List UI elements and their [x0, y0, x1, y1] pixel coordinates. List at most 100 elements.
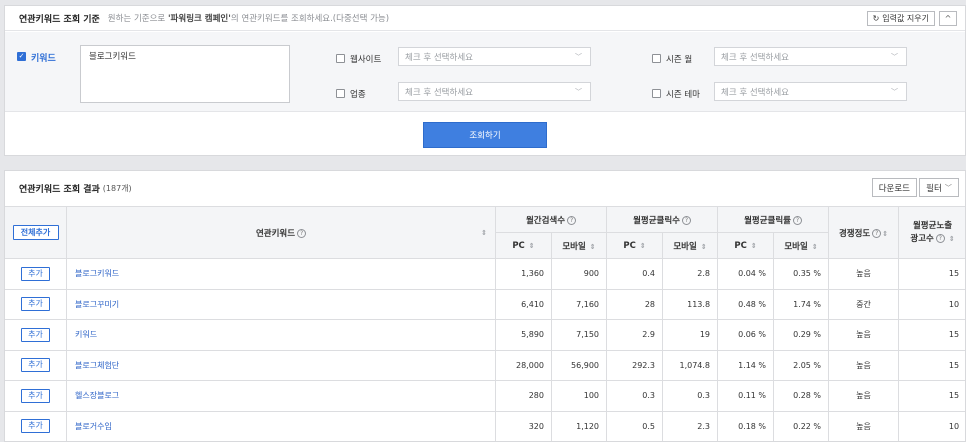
clicks-mobile-cell: 2.3	[662, 410, 719, 441]
help-icon[interactable]: ?	[872, 228, 882, 238]
industry-label: 업종	[350, 90, 366, 100]
search-mobile-cell: 7,160	[550, 288, 608, 320]
chevron-down-icon: ﹀	[944, 183, 952, 192]
ctr-pc-cell: 1.14 %	[717, 349, 775, 381]
chevron-down-icon: ﹀	[575, 53, 582, 61]
sort-icon[interactable]: ⇕	[949, 235, 955, 243]
sort-icon[interactable]: ⇕	[481, 229, 487, 237]
avg-ads-header[interactable]: 월평균노출 광고수? ⇕	[898, 206, 965, 259]
table-row: 추가 블로그꾸미기 6,410 7,160 28 113.8 0.48 % 1.74 % 중간 1…	[5, 288, 965, 320]
competition-cell: 높음	[828, 380, 900, 412]
add-keyword-button[interactable]: 추가	[21, 388, 50, 403]
add-cell: 추가	[5, 410, 67, 441]
season-month-label: 시즌 월	[666, 55, 693, 65]
ads-cell: 15	[898, 349, 965, 381]
keyword-column-header[interactable]: 연관키워드? ⇕	[66, 206, 496, 259]
ctr-pc-cell: 0.48 %	[717, 288, 775, 320]
filter-button[interactable]: 필터 ﹀	[919, 178, 959, 197]
search-mobile-cell: 1,120	[550, 410, 608, 441]
search-mobile-header[interactable]: 모바일 ⇕	[550, 232, 608, 259]
competition-cell: 높음	[828, 319, 900, 351]
keyword-textarea[interactable]: 블로그키워드	[80, 45, 290, 103]
search-pc-cell: 28,000	[495, 349, 552, 381]
ads-cell: 15	[898, 319, 965, 351]
add-all-button[interactable]: 전체추가	[12, 225, 59, 240]
add-keyword-button[interactable]: 추가	[21, 297, 50, 312]
season-theme-select[interactable]: 체크 후 선택하세요 ﹀	[714, 82, 907, 101]
keyword-link[interactable]: 블로그키워드	[66, 258, 496, 290]
help-icon[interactable]: ?	[297, 228, 307, 238]
collapse-panel-button[interactable]: ^	[939, 11, 957, 26]
add-keyword-button[interactable]: 추가	[21, 419, 50, 434]
ctr-pc-header[interactable]: PC ⇕	[717, 232, 775, 259]
search-button[interactable]: 조회하기	[423, 122, 547, 148]
keyword-link[interactable]: 블로그꾸미기	[66, 288, 496, 320]
search-pc-cell: 1,360	[495, 258, 552, 290]
sort-icon[interactable]: ⇕	[812, 243, 818, 251]
keyword-link[interactable]: 블로거수입	[66, 410, 496, 441]
industry-checkbox[interactable]	[336, 89, 345, 98]
competition-header[interactable]: 경쟁정도? ⇕	[828, 206, 900, 259]
help-icon[interactable]: ?	[793, 215, 802, 225]
download-button[interactable]: 다운로드	[871, 178, 917, 197]
season-theme-checkbox[interactable]	[652, 89, 661, 98]
keyword-link[interactable]: 블로그체험단	[66, 349, 496, 381]
sort-icon[interactable]: ⇕	[590, 243, 596, 251]
website-select[interactable]: 체크 후 선택하세요 ﹀	[398, 47, 591, 66]
keyword-link[interactable]: 헬스장블로그	[66, 380, 496, 412]
add-keyword-button[interactable]: 추가	[21, 266, 50, 281]
add-keyword-button[interactable]: 추가	[21, 358, 50, 373]
help-icon[interactable]: ?	[567, 215, 577, 225]
help-icon[interactable]: ?	[681, 215, 691, 225]
ctr-mobile-cell: 0.22 %	[773, 410, 830, 441]
ctr-mobile-cell: 0.35 %	[773, 258, 830, 290]
industry-select[interactable]: 체크 후 선택하세요 ﹀	[398, 82, 591, 101]
ctr-mobile-header[interactable]: 모바일 ⇕	[773, 232, 830, 259]
check-icon: ✓	[18, 52, 25, 60]
add-cell: 추가	[5, 288, 67, 320]
reset-inputs-button[interactable]: ↻ 입력값 지우기	[866, 11, 935, 26]
ads-cell: 10	[898, 410, 965, 441]
table-row: 추가 블로그체험단 28,000 56,900 292.3 1,074.8 1.14 % 2.…	[5, 349, 965, 381]
ctr-pc-cell: 0.06 %	[717, 319, 775, 351]
criteria-description: 원하는 기준으로 '파워링크 캠페인'의 연관키워드를 조회하세요.(다중선택 …	[107, 14, 390, 24]
competition-cell: 높음	[828, 410, 900, 441]
keyword-label: 키워드	[31, 54, 56, 64]
clicks-mobile-cell: 2.8	[662, 258, 719, 290]
sort-icon[interactable]: ⇕	[640, 242, 646, 250]
clicks-pc-cell: 0.4	[606, 258, 664, 290]
sort-icon[interactable]: ⇕	[882, 230, 888, 238]
season-month-checkbox[interactable]	[652, 54, 661, 63]
ctr-mobile-cell: 0.29 %	[773, 319, 830, 351]
monthly-search-header: 월간검색수?	[494, 206, 608, 233]
results-panel: 연관키워드 조회 결과 (187개) 다운로드 필터 ﹀ 전체추가 연관키워드 …	[4, 170, 966, 442]
search-pc-cell: 320	[495, 410, 552, 441]
add-cell: 추가	[5, 380, 67, 412]
ads-cell: 15	[898, 258, 965, 290]
competition-cell: 중간	[828, 288, 900, 320]
ctr-pc-cell: 0.11 %	[717, 380, 775, 412]
season-theme-label: 시즌 테마	[666, 90, 700, 100]
add-cell: 추가	[5, 258, 67, 290]
ads-cell: 15	[898, 380, 965, 412]
season-month-select[interactable]: 체크 후 선택하세요 ﹀	[714, 47, 907, 66]
search-mobile-cell: 100	[550, 380, 608, 412]
chevron-down-icon: ﹀	[891, 88, 898, 96]
ctr-mobile-cell: 2.05 %	[773, 349, 830, 381]
avg-clicks-header: 월평균클릭수?	[606, 206, 719, 233]
keyword-checkbox[interactable]: ✓	[17, 52, 26, 61]
clicks-pc-header[interactable]: PC ⇕	[606, 232, 664, 259]
table-row: 추가 블로그키워드 1,360 900 0.4 2.8 0.04 % 0.35 % 높음 15	[5, 258, 965, 290]
competition-cell: 높음	[828, 349, 900, 381]
add-keyword-button[interactable]: 추가	[21, 327, 50, 342]
keyword-link[interactable]: 키워드	[66, 319, 496, 351]
clicks-mobile-header[interactable]: 모바일 ⇕	[662, 232, 719, 259]
help-icon[interactable]: ?	[935, 233, 945, 243]
sort-icon[interactable]: ⇕	[529, 242, 535, 250]
ads-cell: 10	[898, 288, 965, 320]
sort-icon[interactable]: ⇕	[751, 242, 757, 250]
website-checkbox[interactable]	[336, 54, 345, 63]
criteria-filter-area: ✓ 키워드 블로그키워드 웹사이트 체크 후 선택하세요 ﹀ 업종 체크 후 선…	[5, 32, 965, 112]
search-pc-header[interactable]: PC ⇕	[495, 232, 552, 259]
sort-icon[interactable]: ⇕	[701, 243, 707, 251]
